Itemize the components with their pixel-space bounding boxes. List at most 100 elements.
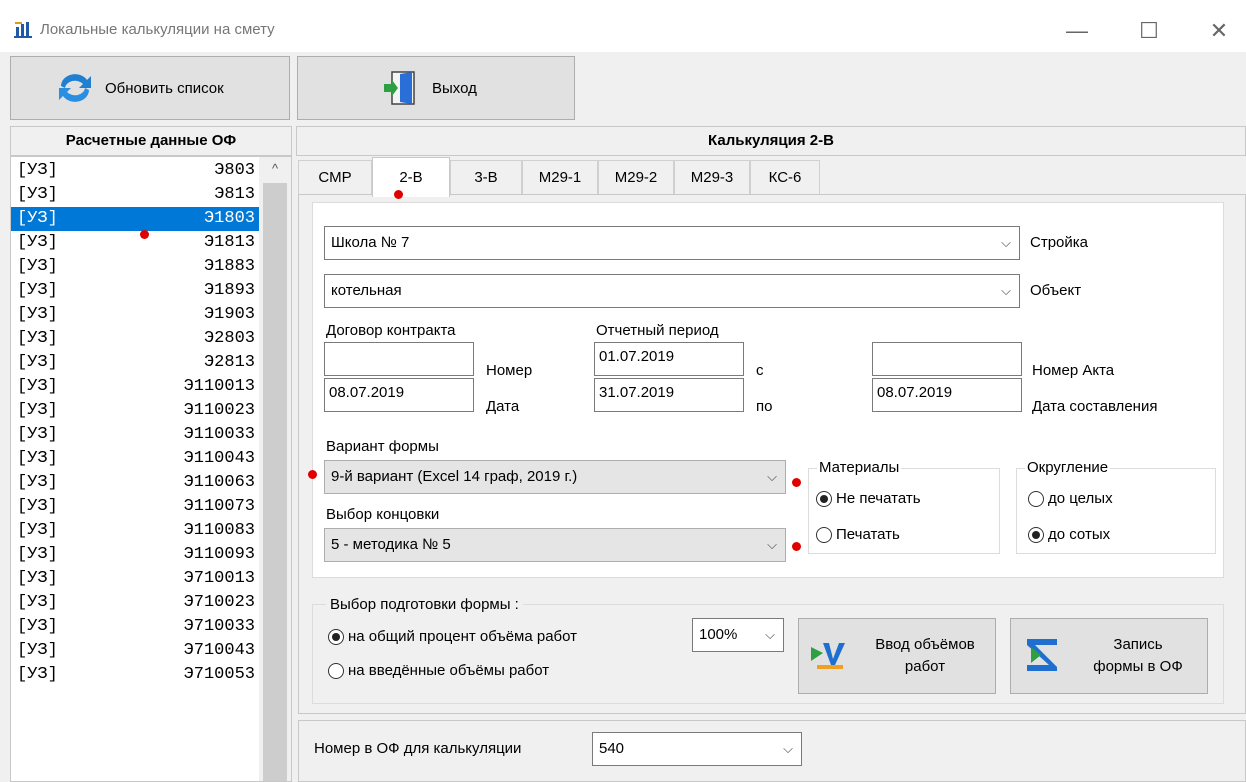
- list-item[interactable]: [УЗ] Э110093: [11, 543, 259, 567]
- scroll-up-icon[interactable]: ^: [259, 157, 291, 181]
- list-item[interactable]: [УЗ] Э110073: [11, 495, 259, 519]
- exit-button[interactable]: Выход: [297, 56, 575, 120]
- preparation-title: Выбор подготовки формы :: [326, 596, 523, 613]
- percent-value: 100%: [699, 626, 738, 643]
- list-item[interactable]: [УЗ] Э710043: [11, 639, 259, 663]
- list-item[interactable]: [УЗ] Э1903: [11, 303, 259, 327]
- calc-data-list[interactable]: [УЗ] Э803 [УЗ] Э813 [УЗ] Э1803 [УЗ] Э1813 [УЗ] Э1…: [10, 156, 292, 782]
- construction-label: Стройка: [1030, 234, 1089, 251]
- act-number-label: Номер Акта: [1032, 362, 1115, 379]
- list-item[interactable]: [УЗ] Э813: [11, 183, 259, 207]
- list-item[interactable]: [УЗ] Э2813: [11, 351, 259, 375]
- input-volumes-label-2: работ: [904, 658, 946, 675]
- list-item[interactable]: [УЗ] Э110013: [11, 375, 259, 399]
- tab-6[interactable]: М29-3: [674, 160, 750, 194]
- list-item-id: Э710053: [183, 665, 255, 684]
- tab-3[interactable]: 3-В: [450, 160, 522, 194]
- of-number-select[interactable]: 540 ⌵: [592, 732, 802, 766]
- minimize-button[interactable]: —: [1054, 14, 1100, 48]
- list-item[interactable]: [УЗ] Э1893: [11, 279, 259, 303]
- radio-dot: [816, 490, 832, 507]
- contract-date-field[interactable]: 08.07.2019: [324, 378, 474, 412]
- list-item-id: Э813: [214, 185, 255, 204]
- list-item[interactable]: [УЗ] Э803: [11, 159, 259, 183]
- list-item[interactable]: [УЗ] Э710053: [11, 663, 259, 687]
- tab-5[interactable]: М29-2: [598, 160, 674, 194]
- list-item-id: Э1903: [203, 305, 255, 324]
- form-variant-select[interactable]: 9-й вариант (Excel 14 граф, 2019 г.) ⌵: [324, 460, 786, 494]
- prep-percent-radio[interactable]: на общий процент объёма работ: [328, 628, 577, 645]
- period-to-field[interactable]: 31.07.2019: [594, 378, 744, 412]
- contract-title: Договор контракта: [326, 322, 456, 339]
- materials-no-print-radio[interactable]: Не печатать: [816, 490, 921, 507]
- list-item[interactable]: [УЗ] Э2803: [11, 327, 259, 351]
- of-number-value: 540: [599, 740, 625, 757]
- list-item[interactable]: [УЗ] Э1813: [11, 231, 259, 255]
- input-volumes-label-1: Ввод объёмов: [875, 636, 975, 653]
- refresh-list-button[interactable]: Обновить список: [10, 56, 290, 120]
- list-item-id: Э710013: [183, 569, 255, 588]
- act-date-field[interactable]: 08.07.2019: [872, 378, 1022, 412]
- period-from-field[interactable]: 01.07.2019: [594, 342, 744, 376]
- construction-value: Школа № 7: [331, 234, 410, 251]
- radio-dot: [1028, 526, 1044, 543]
- exit-door-icon: [384, 71, 415, 105]
- list-item[interactable]: [УЗ] Э110033: [11, 423, 259, 447]
- maximize-button[interactable]: ☐: [1126, 14, 1172, 48]
- list-item-code: [УЗ]: [17, 281, 58, 300]
- tab-1[interactable]: СМР: [298, 160, 372, 194]
- list-item[interactable]: [УЗ] Э710033: [11, 615, 259, 639]
- tab-7[interactable]: КС-6: [750, 160, 820, 194]
- list-item-code: [УЗ]: [17, 569, 58, 588]
- list-item-code: [УЗ]: [17, 329, 58, 348]
- list-item-code: [УЗ]: [17, 377, 58, 396]
- tab-4[interactable]: М29-1: [522, 160, 598, 194]
- contract-number-label: Номер: [486, 362, 533, 379]
- chevron-down-icon: ⌵: [765, 627, 775, 642]
- marker-dot: [308, 470, 317, 479]
- list-item-id: Э110073: [183, 497, 255, 516]
- tab-2[interactable]: 2-В: [372, 157, 450, 197]
- ending-select[interactable]: 5 - методика № 5 ⌵: [324, 528, 786, 562]
- marker-dot: [140, 230, 149, 239]
- list-item-id: Э710043: [183, 641, 255, 660]
- write-form-button[interactable]: Запись формы в ОФ: [1010, 618, 1208, 694]
- list-item-id: Э710033: [183, 617, 255, 636]
- list-item[interactable]: [УЗ] Э1883: [11, 255, 259, 279]
- list-item[interactable]: [УЗ] Э110083: [11, 519, 259, 543]
- list-item[interactable]: [УЗ] Э710023: [11, 591, 259, 615]
- contract-number-field[interactable]: [324, 342, 474, 376]
- marker-dot: [792, 478, 801, 487]
- list-scrollbar[interactable]: ^: [259, 157, 291, 781]
- list-item-id: Э1813: [203, 233, 255, 252]
- list-item[interactable]: [УЗ] Э110063: [11, 471, 259, 495]
- list-item-id: Э110093: [183, 545, 255, 564]
- list-item[interactable]: [УЗ] Э1803: [11, 207, 259, 231]
- exit-label: Выход: [432, 79, 477, 97]
- list-item-id: Э110083: [183, 521, 255, 540]
- prep-option-label: на введённые объёмы работ: [348, 662, 550, 679]
- list-item-code: [УЗ]: [17, 617, 58, 636]
- prep-entered-radio[interactable]: на введённые объёмы работ: [328, 662, 549, 679]
- rounding-hundredths-radio[interactable]: до сотых: [1028, 526, 1110, 543]
- list-item[interactable]: [УЗ] Э110043: [11, 447, 259, 471]
- period-title: Отчетный период: [596, 322, 719, 339]
- list-item[interactable]: [УЗ] Э110023: [11, 399, 259, 423]
- rounding-title: Округление: [1025, 459, 1111, 476]
- input-volumes-button[interactable]: Ввод объёмов работ: [798, 618, 996, 694]
- prep-option-label: на общий процент объёма работ: [348, 628, 578, 645]
- list-item[interactable]: [УЗ] Э710013: [11, 567, 259, 591]
- close-button[interactable]: ✕: [1196, 14, 1242, 48]
- materials-option-label: Не печатать: [836, 490, 921, 507]
- list-item-code: [УЗ]: [17, 497, 58, 516]
- construction-select[interactable]: Школа № 7 ⌵: [324, 226, 1020, 260]
- scroll-thumb[interactable]: [263, 183, 287, 781]
- percent-select[interactable]: 100% ⌵: [692, 618, 784, 652]
- rounding-integer-radio[interactable]: до целых: [1028, 490, 1113, 507]
- materials-title: Материалы: [817, 459, 902, 476]
- act-number-field[interactable]: [872, 342, 1022, 376]
- chevron-down-icon: ⌵: [1001, 235, 1011, 250]
- list-item-id: Э710023: [183, 593, 255, 612]
- materials-print-radio[interactable]: Печатать: [816, 526, 900, 543]
- object-select[interactable]: котельная ⌵: [324, 274, 1020, 308]
